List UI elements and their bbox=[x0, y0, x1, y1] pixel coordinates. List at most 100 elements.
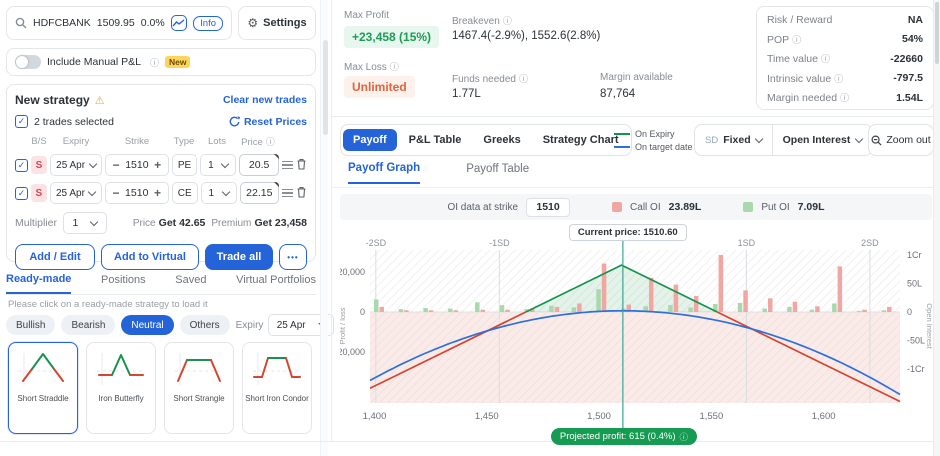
strike-plus-button[interactable]: + bbox=[150, 158, 165, 172]
put-oi-bar bbox=[763, 309, 768, 312]
chart-line-button[interactable] bbox=[171, 15, 187, 31]
oi-strike-input[interactable]: 1510 bbox=[526, 198, 570, 217]
chart-tab-p-l-table[interactable]: P&L Table bbox=[399, 129, 472, 151]
strike-minus-button[interactable]: − bbox=[109, 158, 124, 172]
price-input[interactable]: 20.5 bbox=[239, 154, 279, 176]
add-to-virtual-button[interactable]: Add to Virtual bbox=[101, 244, 199, 270]
put-oi-bar bbox=[475, 302, 480, 312]
lots-select[interactable]: 1 bbox=[200, 154, 236, 176]
axis-label: 1Cr bbox=[907, 250, 922, 260]
axis-label: 20,000 bbox=[340, 267, 365, 277]
gear-icon: ⚙ bbox=[247, 16, 258, 30]
chart-tab-payoff[interactable]: Payoff bbox=[343, 129, 397, 151]
filter-neutral[interactable]: Neutral bbox=[121, 315, 173, 335]
strategy-payoff-icon bbox=[171, 347, 227, 391]
margin-available-value: 87,764 bbox=[600, 88, 635, 100]
call-oi-bar bbox=[838, 266, 843, 312]
lots-select[interactable]: 1 bbox=[201, 182, 237, 204]
clear-new-trades-link[interactable]: Clear new trades bbox=[223, 94, 307, 106]
multiplier-label: Multiplier bbox=[15, 217, 57, 229]
put-oi-bar bbox=[549, 306, 554, 312]
expiry-select[interactable]: 25 Apr bbox=[50, 154, 102, 176]
zoom-out-button[interactable]: Zoom out bbox=[868, 124, 934, 156]
axis-label: 1,600 bbox=[812, 411, 836, 422]
axis-label: 1,550 bbox=[699, 411, 723, 422]
settings-button[interactable]: ⚙ Settings bbox=[238, 6, 316, 40]
axis-label: -2SD bbox=[366, 238, 387, 248]
reset-prices-link[interactable]: Reset Prices bbox=[244, 116, 307, 128]
sd-mode-dropdown[interactable]: SD Fixed bbox=[695, 125, 772, 155]
tab-positions[interactable]: Positions bbox=[101, 269, 146, 293]
side-badge[interactable]: S bbox=[31, 156, 47, 174]
put-oi-bar bbox=[423, 308, 428, 312]
filter-bullish[interactable]: Bullish bbox=[6, 315, 55, 335]
filter-bearish[interactable]: Bearish bbox=[61, 315, 115, 335]
overlay-dropdown[interactable]: Open Interest bbox=[773, 125, 873, 155]
drag-handle-icon[interactable] bbox=[282, 187, 293, 200]
delete-trade-icon[interactable] bbox=[296, 186, 307, 201]
trade-col-header: B/S bbox=[31, 136, 47, 147]
instrument-search[interactable]: HDFCBANK 1509.95 0.0% Info bbox=[6, 6, 232, 40]
put-oi-bar bbox=[810, 310, 815, 312]
side-badge[interactable]: S bbox=[31, 184, 47, 202]
delete-trade-icon[interactable] bbox=[296, 158, 307, 173]
select-all-checkbox[interactable]: ✓ bbox=[15, 115, 28, 128]
strategy-card-name: Short Iron Condor bbox=[243, 394, 311, 404]
add-edit-button[interactable]: Add / Edit bbox=[15, 244, 95, 270]
chart-tab-greeks[interactable]: Greeks bbox=[473, 129, 530, 151]
trade-checkbox[interactable]: ✓ bbox=[15, 159, 28, 172]
strategy-card-strangle[interactable]: Short Strangle bbox=[164, 342, 234, 434]
subtab-border bbox=[332, 187, 940, 188]
multiplier-value: 1 bbox=[73, 217, 79, 229]
zoom-out-label: Zoom out bbox=[886, 134, 930, 146]
premium-value: Get 23,458 bbox=[254, 217, 307, 229]
new-strategy-card: New strategy ⚠ Clear new trades ✓ 2 trad… bbox=[6, 84, 316, 262]
trade-col-header: Priceⓘ bbox=[238, 135, 278, 148]
strike-minus-button[interactable]: − bbox=[109, 186, 124, 200]
stat-row: Intrinsic valueⓘ-797.5 bbox=[767, 69, 923, 89]
trade-col-header: Expiry bbox=[50, 136, 102, 147]
axis-label: 1,500 bbox=[587, 411, 611, 422]
info-button[interactable]: Info bbox=[193, 16, 223, 31]
legend-item: On Expiry bbox=[614, 127, 693, 140]
call-oi-bar bbox=[694, 296, 699, 312]
trade-checkbox[interactable]: ✓ bbox=[15, 187, 28, 200]
strategy-card-butterfly[interactable]: Iron Butterfly bbox=[86, 342, 156, 434]
page-scrollbar[interactable] bbox=[933, 0, 940, 456]
max-loss-value: Unlimited bbox=[344, 76, 415, 98]
option-type[interactable]: CE bbox=[172, 182, 198, 204]
oi-strip: OI data at strike 1510 Call OI 23.89L Pu… bbox=[340, 194, 932, 220]
expiry-filter-value: 25 Apr bbox=[277, 320, 306, 331]
chart-dropdown-group: SD Fixed Open Interest bbox=[694, 124, 873, 156]
trade-row: ✓S25 Apr−1510+PE120.5 bbox=[15, 154, 307, 176]
call-oi-bar bbox=[577, 303, 582, 312]
sd-prefix: SD bbox=[705, 135, 718, 146]
trade-all-button[interactable]: Trade all bbox=[205, 244, 273, 270]
axis-label: 1,450 bbox=[475, 411, 499, 422]
option-type[interactable]: PE bbox=[172, 154, 197, 176]
manual-pnl-toggle[interactable] bbox=[15, 55, 41, 69]
drag-handle-icon[interactable] bbox=[282, 159, 293, 172]
call-oi-label: Call OI bbox=[630, 202, 661, 213]
axis-label: Open Interest bbox=[925, 303, 932, 349]
call-oi-bar bbox=[719, 255, 724, 312]
left-scrollbar[interactable] bbox=[320, 0, 328, 456]
call-oi-bar bbox=[404, 310, 409, 312]
tab-virtual-portfolios[interactable]: Virtual Portfolios bbox=[236, 269, 316, 293]
strike-value: 1510 bbox=[125, 187, 148, 199]
tab-saved[interactable]: Saved bbox=[175, 269, 206, 293]
subtab-payoff-graph[interactable]: Payoff Graph bbox=[348, 162, 420, 184]
info-icon[interactable]: ⓘ bbox=[150, 56, 159, 69]
strategy-card-condor[interactable]: Short Iron Condor bbox=[242, 342, 312, 434]
expiry-select[interactable]: 25 Apr bbox=[50, 182, 102, 204]
sd-value: Fixed bbox=[723, 134, 750, 146]
new-strategy-title: New strategy bbox=[15, 93, 90, 107]
filter-others[interactable]: Others bbox=[180, 315, 230, 335]
tab-ready-made[interactable]: Ready-made bbox=[6, 268, 71, 294]
subtab-payoff-table[interactable]: Payoff Table bbox=[466, 163, 529, 183]
more-options-button[interactable]: ••• bbox=[279, 244, 307, 270]
strike-plus-button[interactable]: + bbox=[150, 186, 165, 200]
price-input[interactable]: 22.15 bbox=[240, 182, 279, 204]
strategy-card-straddle[interactable]: Short Straddle bbox=[8, 342, 78, 434]
multiplier-select[interactable]: 1 bbox=[63, 212, 107, 234]
